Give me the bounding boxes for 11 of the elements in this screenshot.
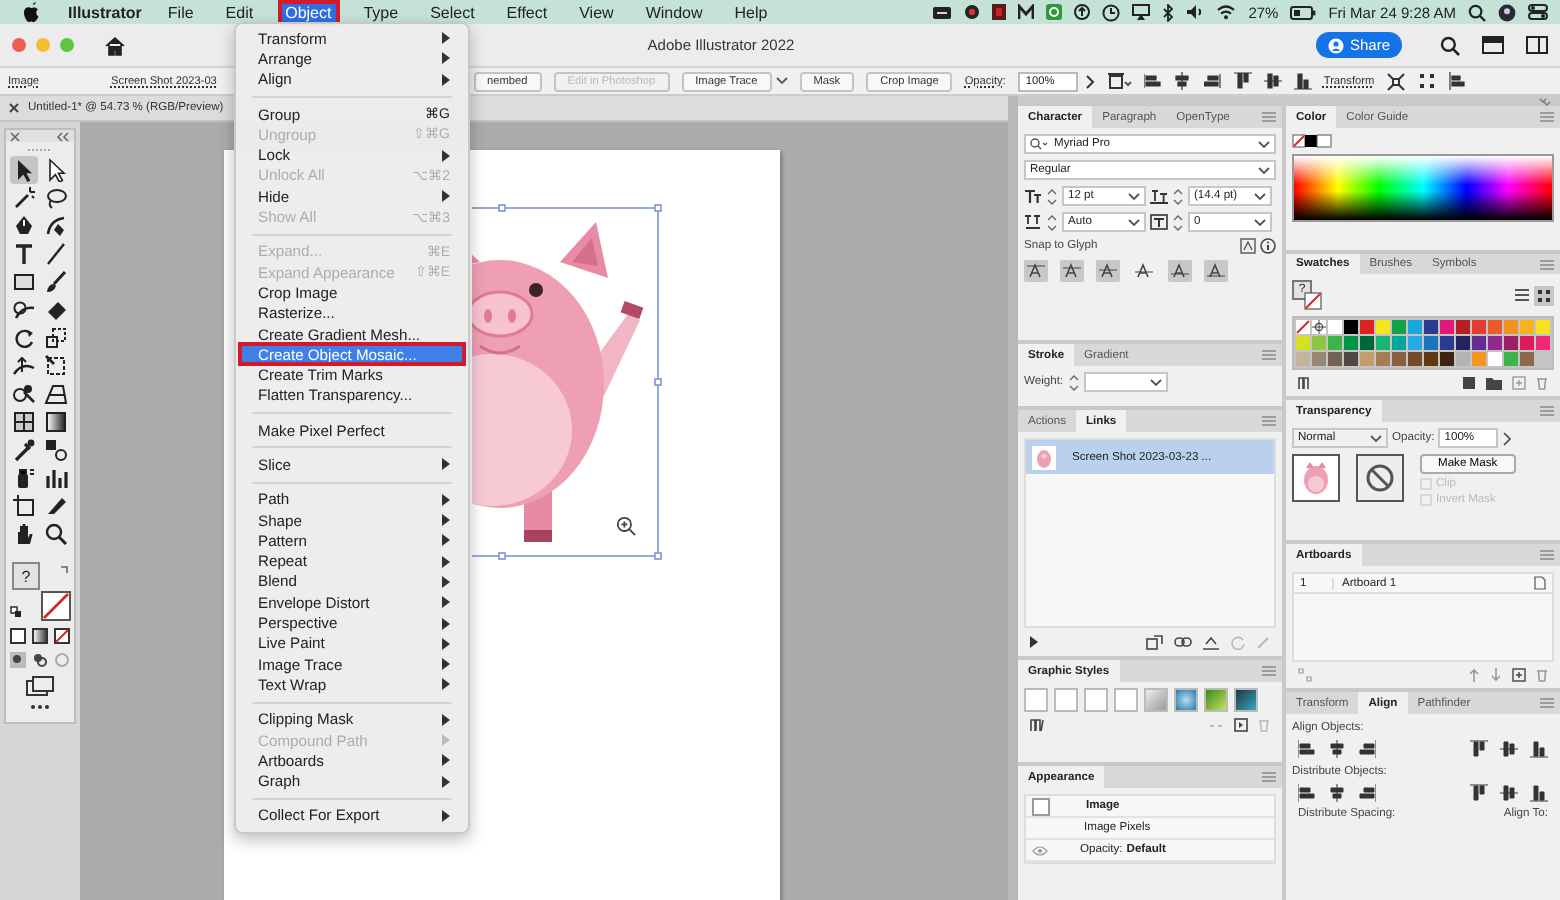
app-menu[interactable]: Illustrator (68, 3, 142, 21)
menu-title[interactable]: Effect (500, 1, 554, 23)
menu-title[interactable]: File (161, 1, 200, 23)
menu-title[interactable]: Window (639, 1, 709, 23)
menu-title[interactable]: Select (424, 1, 481, 23)
menu-title[interactable]: Type (357, 1, 405, 23)
menu-title[interactable]: Object (279, 1, 338, 23)
menu-title[interactable]: Help (728, 1, 774, 23)
menu-title[interactable]: View (573, 1, 620, 23)
menu-title[interactable]: Edit (219, 1, 260, 23)
fill-swatch[interactable]: ? (12, 562, 40, 590)
